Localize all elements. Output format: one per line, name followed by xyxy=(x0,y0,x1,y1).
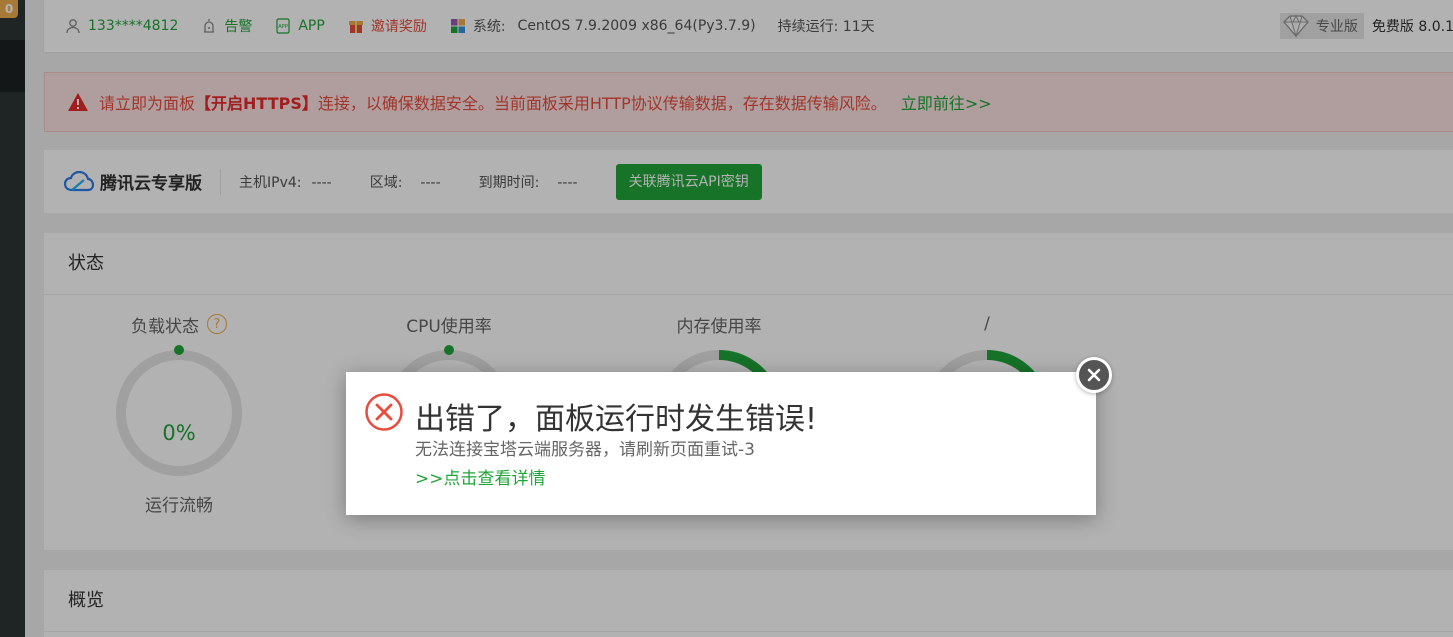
close-icon xyxy=(1087,368,1101,382)
error-dialog: 出错了，面板运行时发生错误! 无法连接宝塔云端服务器，请刷新页面重试-3 >>点… xyxy=(346,372,1096,515)
close-dialog-button[interactable] xyxy=(1076,357,1112,393)
error-details-link[interactable]: >>点击查看详情 xyxy=(415,464,546,489)
modal-overlay[interactable] xyxy=(0,0,1453,637)
error-title: 出错了，面板运行时发生错误! xyxy=(415,402,818,437)
error-message: 无法连接宝塔云端服务器，请刷新页面重试-3 xyxy=(415,440,755,460)
error-icon xyxy=(364,392,404,436)
